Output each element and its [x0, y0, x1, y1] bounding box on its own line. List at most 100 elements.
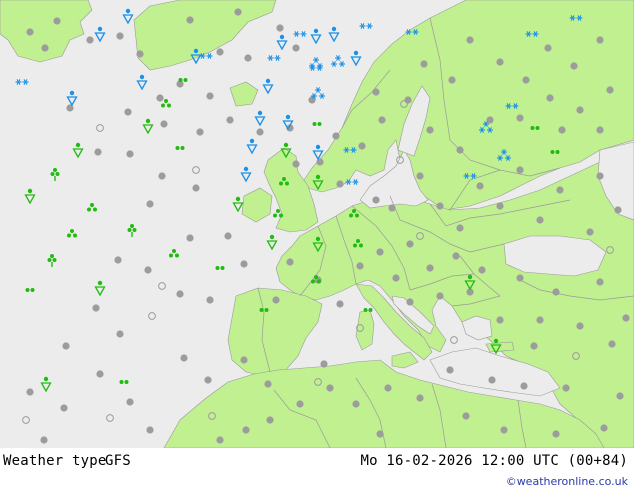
cloud-dot-icon: [124, 108, 132, 116]
cloud-dot-icon: [126, 398, 134, 406]
cloud-dot-icon: [292, 44, 300, 52]
cloud-dot-icon: [320, 360, 328, 368]
cloud-dot-icon: [570, 62, 578, 70]
cloud-dot-icon: [206, 92, 214, 100]
cloud-dot-icon: [392, 274, 400, 282]
cloud-dot-icon: [336, 300, 344, 308]
cloud-dot-icon: [606, 86, 614, 94]
cloud-dot-icon: [600, 424, 608, 432]
cloud-dot-icon: [41, 44, 49, 52]
cloud-dot-icon: [406, 240, 414, 248]
cloud-dot-icon: [86, 36, 94, 44]
cloud-dot-icon: [216, 436, 224, 444]
cloud-dot-icon: [62, 342, 70, 350]
cloud-dot-icon: [622, 314, 630, 322]
cloud-dot-icon: [180, 354, 188, 362]
cloud-dot-icon: [476, 182, 484, 190]
cloud-dot-icon: [426, 264, 434, 272]
cloud-dot-icon: [116, 330, 124, 338]
cloud-dot-icon: [420, 60, 428, 68]
cloud-dot-icon: [96, 370, 104, 378]
cloud-dot-icon: [240, 356, 248, 364]
cloud-dot-icon: [144, 266, 152, 274]
cloud-dot-icon: [244, 54, 252, 62]
cloud-dot-icon: [372, 196, 380, 204]
cloud-dot-icon: [216, 48, 224, 56]
cloud-dot-icon: [516, 166, 524, 174]
cloud-dot-icon: [176, 290, 184, 298]
cloud-dot-icon: [158, 172, 166, 180]
cloud-dot-icon: [596, 172, 604, 180]
cloud-dot-icon: [204, 376, 212, 384]
cloud-dot-icon: [336, 180, 344, 188]
cloud-dot-icon: [376, 430, 384, 438]
cloud-dot-icon: [496, 316, 504, 324]
cloud-dot-icon: [358, 142, 366, 150]
cloud-dot-icon: [596, 36, 604, 44]
cloud-dot-icon: [496, 58, 504, 66]
cloud-dot-icon: [576, 106, 584, 114]
cloud-dot-icon: [596, 126, 604, 134]
cloud-dot-icon: [576, 322, 584, 330]
cloud-dot-icon: [292, 160, 300, 168]
cloud-dot-icon: [26, 388, 34, 396]
cloud-dot-icon: [500, 426, 508, 434]
cloud-dot-icon: [60, 404, 68, 412]
weather-type-map: [0, 0, 634, 448]
cloud-dot-icon: [40, 436, 48, 444]
cloud-dot-icon: [146, 200, 154, 208]
brand-credit[interactable]: ©weatheronline.co.uk: [506, 475, 628, 488]
cloud-dot-icon: [516, 274, 524, 282]
cloud-dot-icon: [372, 88, 380, 96]
cloud-dot-icon: [552, 430, 560, 438]
cloud-dot-icon: [146, 426, 154, 434]
cloud-dot-icon: [436, 292, 444, 300]
cloud-dot-icon: [488, 376, 496, 384]
cloud-dot-icon: [586, 228, 594, 236]
cloud-dot-icon: [446, 366, 454, 374]
cloud-dot-icon: [426, 126, 434, 134]
cloud-dot-icon: [186, 234, 194, 242]
valid-time-label: Mo 16-02-2026 12:00 UTC (00+84): [360, 453, 628, 469]
cloud-dot-icon: [256, 128, 264, 136]
cloud-dot-icon: [448, 76, 456, 84]
cloud-dot-icon: [546, 94, 554, 102]
cloud-dot-icon: [316, 158, 324, 166]
cloud-dot-icon: [272, 296, 280, 304]
cloud-dot-icon: [66, 104, 74, 112]
cloud-dot-icon: [92, 304, 100, 312]
cloud-dot-icon: [94, 148, 102, 156]
cloud-dot-icon: [614, 206, 622, 214]
cloud-dot-icon: [234, 8, 242, 16]
model-label: GFS: [105, 453, 131, 469]
cloud-dot-icon: [616, 392, 624, 400]
cloud-dot-icon: [332, 132, 340, 140]
black-sea: [503, 235, 607, 277]
cloud-dot-icon: [266, 416, 274, 424]
cloud-dot-icon: [286, 258, 294, 266]
footer-bar: Weather type GFS Mo 16-02-2026 12:00 UTC…: [0, 448, 634, 490]
cloud-dot-icon: [136, 50, 144, 58]
cloud-dot-icon: [388, 204, 396, 212]
weather-map: [0, 0, 634, 448]
cloud-dot-icon: [53, 17, 61, 25]
cloud-dot-icon: [192, 184, 200, 192]
cloud-dot-icon: [478, 266, 486, 274]
cloud-dot-icon: [558, 126, 566, 134]
cloud-dot-icon: [536, 316, 544, 324]
cloud-dot-icon: [552, 288, 560, 296]
cloud-dot-icon: [114, 256, 122, 264]
cloud-dot-icon: [416, 172, 424, 180]
cloud-dot-icon: [378, 116, 386, 124]
cloud-dot-icon: [126, 150, 134, 158]
cloud-dot-icon: [156, 94, 164, 102]
cloud-dot-icon: [608, 340, 616, 348]
cloud-dot-icon: [596, 278, 604, 286]
cloud-dot-icon: [416, 394, 424, 402]
cloud-dot-icon: [352, 400, 360, 408]
cloud-dot-icon: [264, 380, 272, 388]
cloud-dot-icon: [196, 128, 204, 136]
cloud-dot-icon: [240, 260, 248, 268]
cloud-dot-icon: [536, 216, 544, 224]
cloud-dot-icon: [516, 114, 524, 122]
